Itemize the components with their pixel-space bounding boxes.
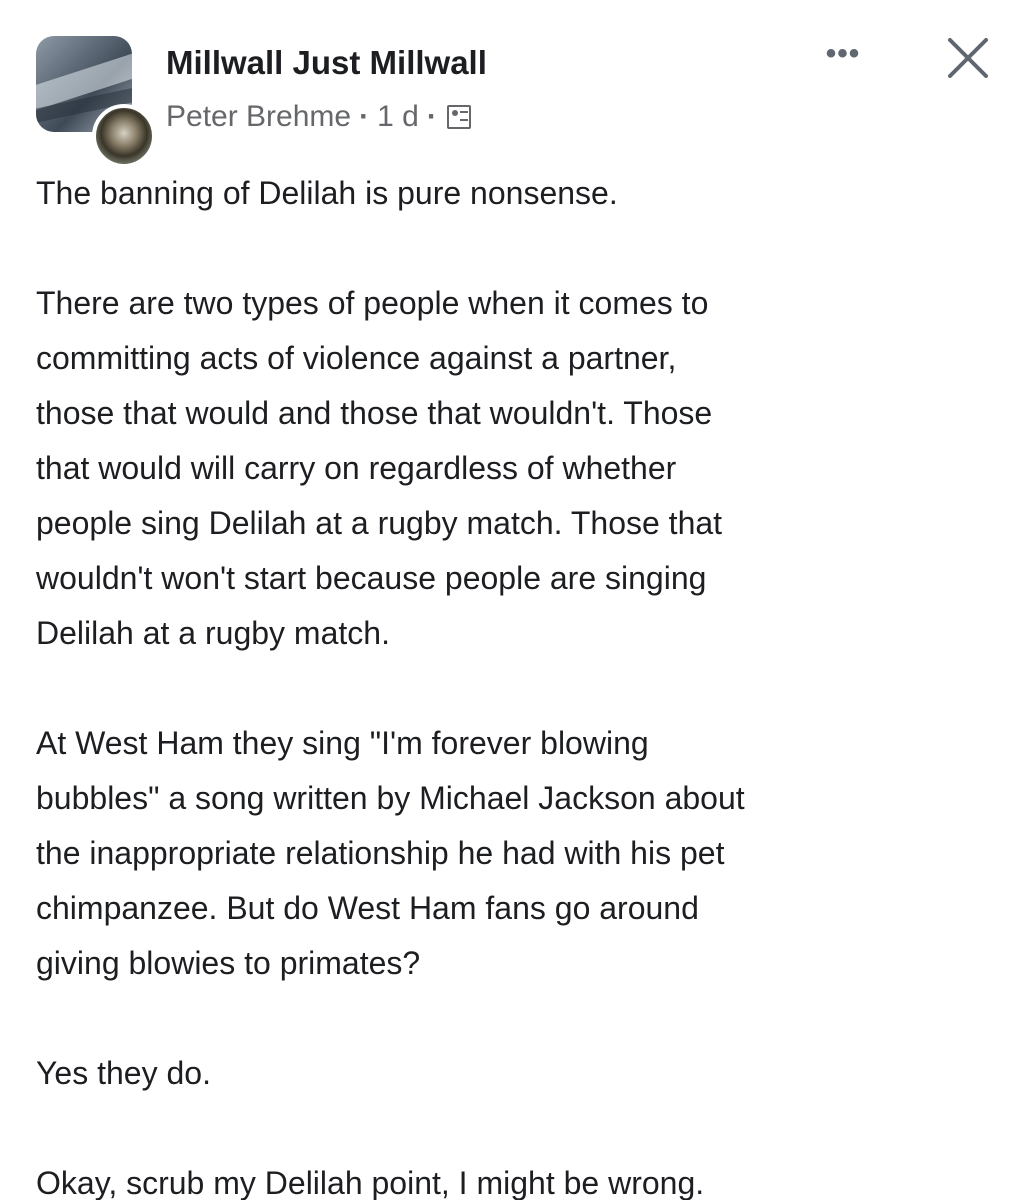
user-avatar[interactable] xyxy=(92,104,156,168)
facebook-post: Millwall Just Millwall Peter Brehme · 1 … xyxy=(0,0,1024,1200)
post-paragraph: Yes they do. xyxy=(36,1055,211,1091)
more-options-icon: ••• xyxy=(825,37,861,70)
meta-separator: · xyxy=(359,100,370,133)
close-button[interactable] xyxy=(938,28,998,88)
more-options-button[interactable]: ••• xyxy=(816,37,870,80)
group-name-link[interactable]: Millwall Just Millwall xyxy=(166,44,487,82)
post-paragraph: Okay, scrub my Delilah point, I might be… xyxy=(36,1165,705,1200)
post-paragraph: At West Ham they sing "I'm forever blowi… xyxy=(36,725,745,981)
close-icon xyxy=(948,38,988,78)
post-paragraph: There are two types of people when it co… xyxy=(36,285,723,651)
post-meta: Peter Brehme · 1 d · xyxy=(166,100,471,134)
meta-separator: · xyxy=(426,100,437,133)
post-avatars[interactable] xyxy=(36,36,156,168)
members-icon xyxy=(446,105,471,129)
post-timestamp[interactable]: 1 d xyxy=(377,100,419,134)
post-paragraph: The banning of Delilah is pure nonsense. xyxy=(36,175,618,211)
post-body: The banning of Delilah is pure nonsense.… xyxy=(36,166,996,1200)
author-name-link[interactable]: Peter Brehme xyxy=(166,100,351,134)
